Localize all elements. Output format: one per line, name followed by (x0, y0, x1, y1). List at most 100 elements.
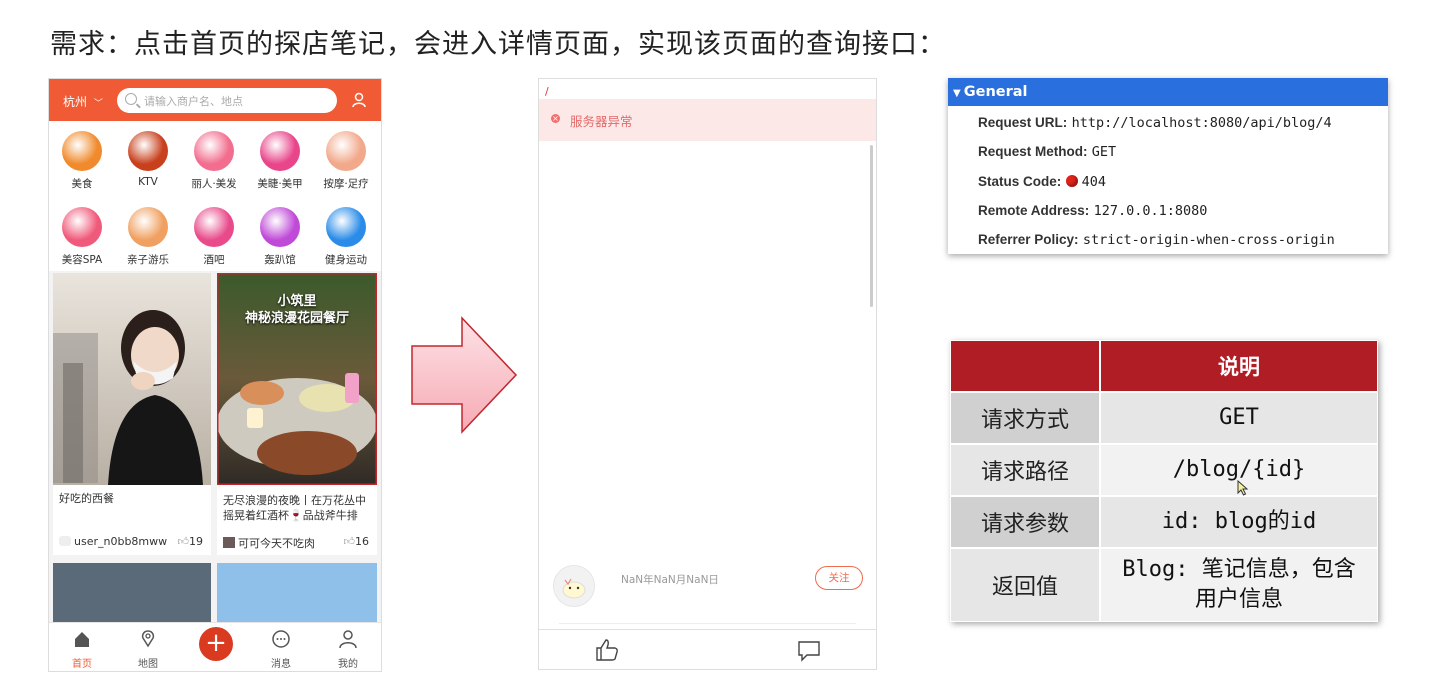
blog-card[interactable]: 小筑里 神秘浪漫花园餐厅 无尽浪漫的夜晚丨在万花丛中摇晃着红酒杯🍷品战斧牛排 可… (217, 273, 377, 555)
thumbs-up-icon[interactable] (594, 638, 620, 662)
nail-icon (260, 131, 300, 171)
tab-label: 我的 (338, 659, 358, 670)
general-value: 127.0.0.1:8080 (1093, 203, 1208, 219)
microphone-icon (128, 131, 168, 171)
hair-salon-icon (194, 131, 234, 171)
table-value-cell: id: blog的id (1100, 496, 1378, 548)
cocktail-icon (194, 207, 234, 247)
like-count[interactable]: 👍︎16 (344, 535, 370, 548)
category-item[interactable]: 按摩·足疗 (313, 131, 379, 191)
error-message: 服务器异常 (570, 114, 633, 129)
blog-image (53, 273, 211, 485)
plus-icon[interactable]: + (199, 627, 233, 661)
category-label: 轰趴馆 (264, 254, 296, 266)
category-label: 美食 (71, 178, 93, 190)
chevron-down-icon: ﹀ (93, 99, 103, 109)
user-icon (339, 630, 357, 649)
dumbbell-icon (326, 207, 366, 247)
request-general-panel: ▼ General Request URL: http://localhost:8… (948, 78, 1388, 254)
tab-map-pin[interactable]: 地图 (123, 629, 173, 670)
parent-child-icon (128, 207, 168, 247)
tab-user[interactable]: 我的 (323, 629, 373, 670)
foot-massage-icon (326, 131, 366, 171)
table-key-cell: 返回值 (950, 548, 1100, 622)
category-item[interactable]: 美食 (49, 131, 115, 191)
blog-feed: 好吃的西餐 user_n0bb8mww 👍︎19 小筑里 神秘浪漫花园餐厅 无尽… (49, 271, 381, 626)
face-mask-icon (62, 207, 102, 247)
table-header-cell: 说明 (1100, 340, 1378, 392)
category-item[interactable]: 酒吧 (181, 207, 247, 267)
general-key: Referrer Policy: (978, 232, 1079, 247)
search-input[interactable]: 请输入商户名、地点 (117, 88, 337, 113)
thumbs-up-icon: 👍︎ (177, 535, 190, 548)
slide-title: 需求：点击首页的探店笔记，会进入详情页面，实现该页面的查询接口： (50, 29, 946, 60)
blog-title: 好吃的西餐 (59, 492, 114, 505)
avatar[interactable] (553, 565, 595, 607)
category-item[interactable]: 健身运动 (313, 207, 379, 267)
category-item[interactable]: 丽人·美发 (181, 131, 247, 191)
general-row: Request URL: http://localhost:8080/api/b… (978, 115, 1332, 131)
category-item[interactable]: 轰趴馆 (247, 207, 313, 267)
api-spec-table: 说明 请求方式 GET 请求路径 /blog/{id} 请求参数 id: blo… (950, 340, 1378, 622)
tab-message[interactable]: 消息 (256, 629, 306, 670)
avatar-icon (223, 537, 235, 548)
general-row: Remote Address: 127.0.0.1:8080 (978, 203, 1207, 219)
table-header-cell (950, 340, 1100, 392)
search-icon (125, 93, 137, 105)
table-key-cell: 请求参数 (950, 496, 1100, 548)
general-value: http://localhost:8080/api/blog/4 (1071, 115, 1332, 131)
general-row: Status Code: 404 (978, 174, 1106, 190)
general-title: General (963, 84, 1028, 100)
category-item[interactable]: 亲子游乐 (115, 207, 181, 267)
roast-chicken-icon (62, 131, 102, 171)
blog-card[interactable]: 好吃的西餐 user_n0bb8mww 👍︎19 (53, 273, 211, 555)
caret-down-icon: ▼ (953, 88, 961, 99)
blog-author-name: user_n0bb8mww (74, 535, 168, 548)
city-selector[interactable]: 杭州 ﹀ (63, 93, 103, 110)
category-item[interactable]: 美睫·美甲 (247, 131, 313, 191)
general-key: Status Code: (978, 174, 1062, 189)
follow-button[interactable]: 关注 (815, 566, 863, 590)
divider (559, 623, 856, 624)
blog-author: user_n0bb8mww (59, 535, 167, 548)
category-item[interactable]: KTV (115, 131, 181, 188)
table-key-cell: 请求路径 (950, 444, 1100, 496)
blog-author-name: 可可今天不吃肉 (238, 537, 315, 550)
general-value: GET (1091, 144, 1117, 160)
user-icon[interactable] (352, 92, 366, 108)
tab-home[interactable]: 首页 (57, 629, 107, 670)
table-value-cell: GET (1100, 392, 1378, 444)
general-row: Referrer Policy: strict-origin-when-cros… (978, 232, 1335, 248)
avatar-icon (562, 578, 586, 599)
blog-title: 无尽浪漫的夜晚丨在万花丛中摇晃着红酒杯🍷品战斧牛排 (223, 494, 366, 522)
blog-card[interactable] (217, 563, 377, 623)
general-key: Remote Address: (978, 203, 1090, 218)
category-label: 按摩·足疗 (323, 178, 369, 190)
error-message-bar: × 服务器异常 (539, 99, 876, 141)
general-header[interactable]: ▼ General (948, 78, 1388, 106)
category-item[interactable]: 美容SPA (49, 207, 115, 267)
table-key-cell: 请求方式 (950, 392, 1100, 444)
category-label: 美容SPA (61, 254, 103, 266)
bottom-tab-bar: 首页 地图 + 消息 我的 (49, 622, 381, 671)
back-icon[interactable]: / (545, 85, 549, 98)
tab-label: 首页 (72, 659, 92, 670)
blog-image-caption: 小筑里 神秘浪漫花园餐厅 (244, 294, 349, 326)
category-label: 健身运动 (325, 254, 367, 266)
tab-label: 地图 (138, 659, 158, 670)
table-value-cell: Blog: 笔记信息，包含用户信息 (1100, 548, 1378, 622)
blog-card[interactable] (53, 563, 211, 623)
comment-icon[interactable] (797, 640, 821, 662)
status-error-icon (1065, 175, 1078, 187)
home-header: 杭州 ﹀ 请输入商户名、地点 (49, 79, 381, 121)
search-placeholder: 请输入商户名、地点 (144, 95, 243, 108)
general-key: Request URL: (978, 115, 1068, 130)
general-value: 404 (1081, 174, 1106, 190)
like-count[interactable]: 👍︎19 (178, 535, 204, 548)
map-pin-icon (141, 630, 155, 648)
general-row: Request Method: GET (978, 144, 1116, 160)
like-count-value: 19 (189, 535, 203, 548)
general-key: Request Method: (978, 144, 1088, 159)
home-icon (75, 632, 89, 647)
scrollbar[interactable] (870, 145, 873, 307)
